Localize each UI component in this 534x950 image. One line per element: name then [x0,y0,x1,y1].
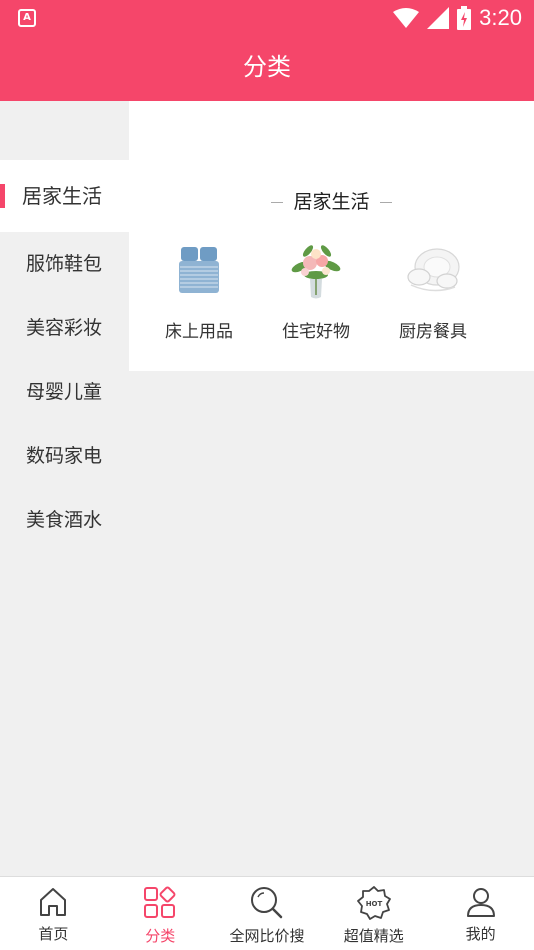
tab-featured-deals[interactable]: HOT 超值精选 [320,877,427,950]
tableware-image [407,248,460,292]
hot-badge-text: HOT [365,900,382,908]
divider [379,202,392,203]
category-sidebar: 居家生活 服饰鞋包 美容彩妆 母婴儿童 数码家电 美食酒水 [0,101,129,876]
tab-label: 全网比价搜 [229,927,305,945]
bottom-tab-bar: 首页 分类 全网比价搜 HOT 超值精选 我的 [0,876,534,950]
title-bar: 分类 [0,36,534,101]
category-icon [144,886,176,918]
hot-badge-icon: HOT [356,886,391,920]
sidebar-item-apparel[interactable]: 服饰鞋包 [0,232,129,296]
tab-label: 我的 [465,925,496,943]
home-icon [40,888,67,916]
subcategory-label: 住宅好物 [282,322,350,342]
sidebar-item-beauty[interactable]: 美容彩妆 [0,296,129,360]
sidebar-item-baby-kids[interactable]: 母婴儿童 [0,360,129,424]
tab-category[interactable]: 分类 [107,877,214,950]
sidebar-item-food-drinks[interactable]: 美食酒水 [0,488,129,552]
status-indicators: 3:20 [393,4,522,32]
sidebar-item-electronics[interactable]: 数码家电 [0,424,129,488]
subcategory-label: 厨房餐具 [399,322,467,342]
tab-label: 分类 [145,927,176,945]
bedding-image [179,247,219,293]
status-time: 3:20 [479,5,522,30]
section-title: 居家生活 [293,191,370,213]
user-icon [466,888,495,917]
sidebar-item-label: 服饰鞋包 [26,253,103,275]
app-notification-icon: A [18,9,36,27]
signal-icon [427,7,450,29]
tab-label: 首页 [38,925,69,943]
category-content: 居家生活 床上用品 住宅好物 厨房餐具 [129,101,534,371]
divider [271,202,284,203]
flower-vase-image [291,245,341,299]
sidebar-item-home-living[interactable]: 居家生活 [0,160,129,232]
sidebar-item-label: 美食酒水 [26,509,103,531]
sidebar-item-label: 数码家电 [26,445,103,467]
subcategory-label: 床上用品 [165,322,233,342]
subcategory-bedding[interactable]: 床上用品 [144,239,254,342]
subcategory-home-goods[interactable]: 住宅好物 [261,239,371,342]
tab-label: 超值精选 [343,927,404,945]
active-indicator [0,184,5,208]
section-heading: 居家生活 [129,187,534,214]
search-icon [250,887,283,919]
tab-home[interactable]: 首页 [0,877,107,950]
sidebar-item-label: 美容彩妆 [26,317,103,339]
subcategory-kitchenware[interactable]: 厨房餐具 [378,239,488,342]
page-title: 分类 [243,53,291,81]
status-bar: A 3:20 [0,0,534,36]
sidebar-item-label: 母婴儿童 [26,381,103,403]
battery-icon [457,6,472,30]
wifi-icon [393,8,420,28]
tab-mine[interactable]: 我的 [427,877,534,950]
sidebar-item-label: 居家生活 [22,184,102,208]
tab-price-compare-search[interactable]: 全网比价搜 [214,877,321,950]
